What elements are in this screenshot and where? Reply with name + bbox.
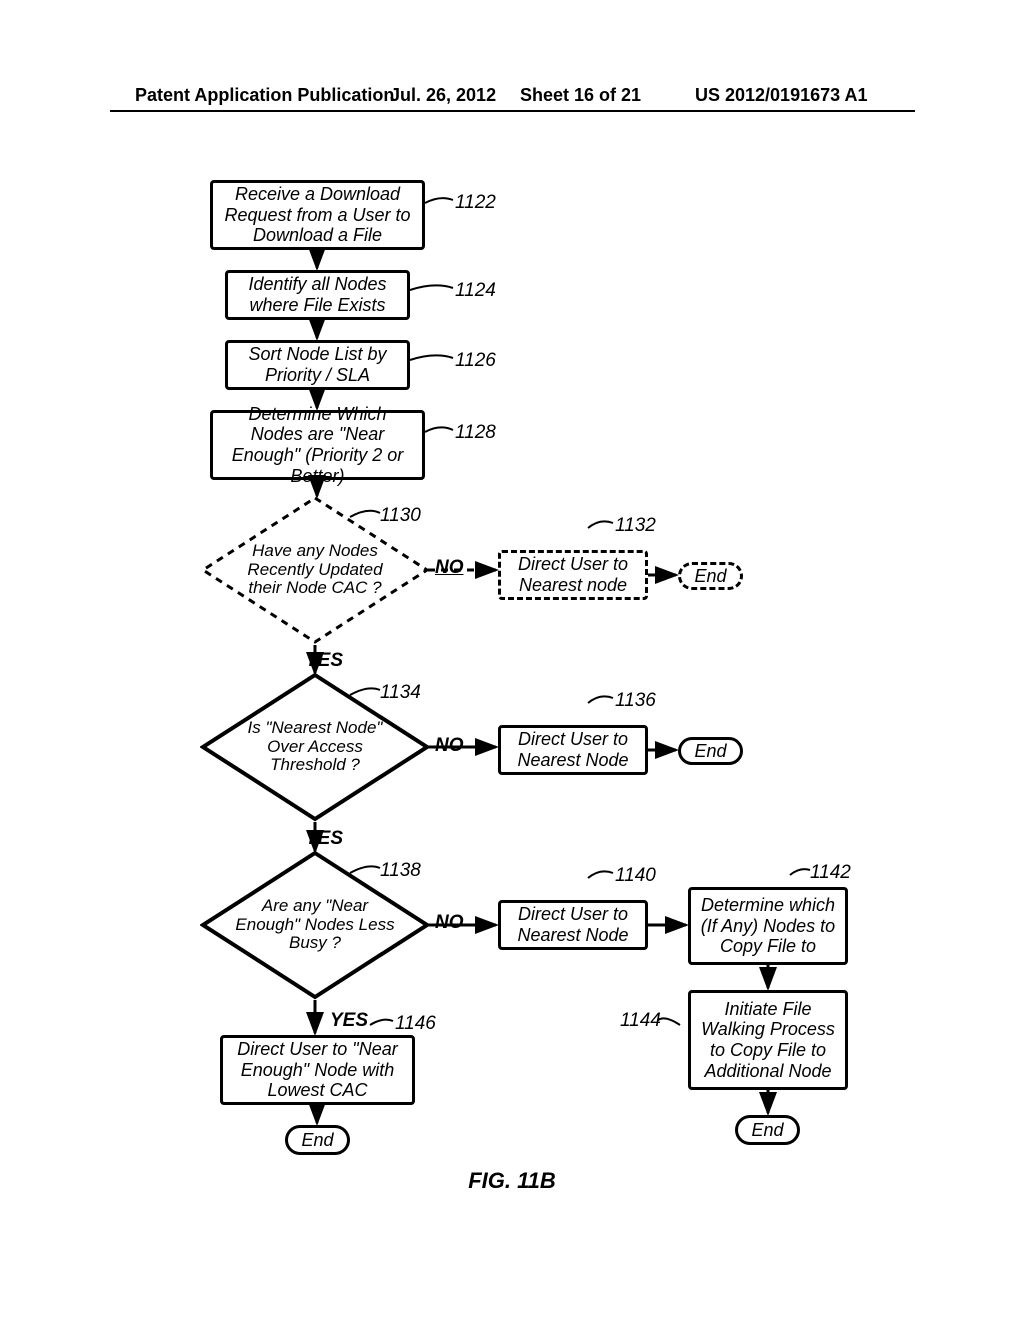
step-receive-request: Receive a Download Request from a User t… — [210, 180, 425, 250]
terminator-end-1146: End — [285, 1125, 350, 1155]
flow-arrows — [0, 0, 1024, 1320]
branch-1138-yes: YES — [330, 1010, 368, 1032]
terminator-end-1132: End — [678, 562, 743, 590]
ref-1130: 1130 — [380, 505, 421, 527]
terminator-end-1136: End — [678, 737, 743, 765]
step-determine-copy-nodes: Determine which (If Any) Nodes to Copy F… — [688, 887, 848, 965]
branch-1134-no: NO — [435, 735, 464, 757]
ref-1144: 1144 — [620, 1010, 661, 1032]
header-rule — [110, 110, 915, 112]
step-identify-nodes: Identify all Nodes where File Exists — [225, 270, 410, 320]
step-initiate-file-walking: Initiate File Walking Process to Copy Fi… — [688, 990, 848, 1090]
step-direct-nearest-1136: Direct User to Nearest Node — [498, 725, 648, 775]
ref-1140: 1140 — [615, 865, 656, 887]
ref-1122: 1122 — [455, 192, 496, 214]
ref-1142: 1142 — [810, 862, 851, 884]
header-publication: Patent Application Publication — [135, 85, 394, 106]
ref-1126: 1126 — [455, 350, 496, 372]
header-sheet: Sheet 16 of 21 — [520, 85, 641, 106]
branch-1130-no: NO — [435, 557, 464, 579]
page: Patent Application Publication Jul. 26, … — [0, 0, 1024, 1320]
step-sort-node-list: Sort Node List by Priority / SLA — [225, 340, 410, 390]
step-direct-nearest-1132: Direct User to Nearest node — [498, 550, 648, 600]
ref-1124: 1124 — [455, 280, 496, 302]
step-determine-near-enough: Determine Which Nodes are "Near Enough" … — [210, 410, 425, 480]
ref-1146: 1146 — [395, 1013, 436, 1035]
ref-1136: 1136 — [615, 690, 656, 712]
ref-1132: 1132 — [615, 515, 656, 537]
header-date: Jul. 26, 2012 — [390, 85, 496, 106]
branch-1138-no: NO — [435, 912, 464, 934]
branch-1134-yes: YES — [305, 828, 343, 850]
ref-1138: 1138 — [380, 860, 421, 882]
step-direct-lowest-cac: Direct User to "Near Enough" Node with L… — [220, 1035, 415, 1105]
header-pubno: US 2012/0191673 A1 — [695, 85, 867, 106]
step-direct-nearest-1140: Direct User to Nearest Node — [498, 900, 648, 950]
figure-label: FIG. 11B — [0, 1168, 1024, 1194]
ref-1128: 1128 — [455, 422, 496, 444]
ref-1134: 1134 — [380, 682, 421, 704]
terminator-end-1144: End — [735, 1115, 800, 1145]
branch-1130-yes: YES — [305, 650, 343, 672]
